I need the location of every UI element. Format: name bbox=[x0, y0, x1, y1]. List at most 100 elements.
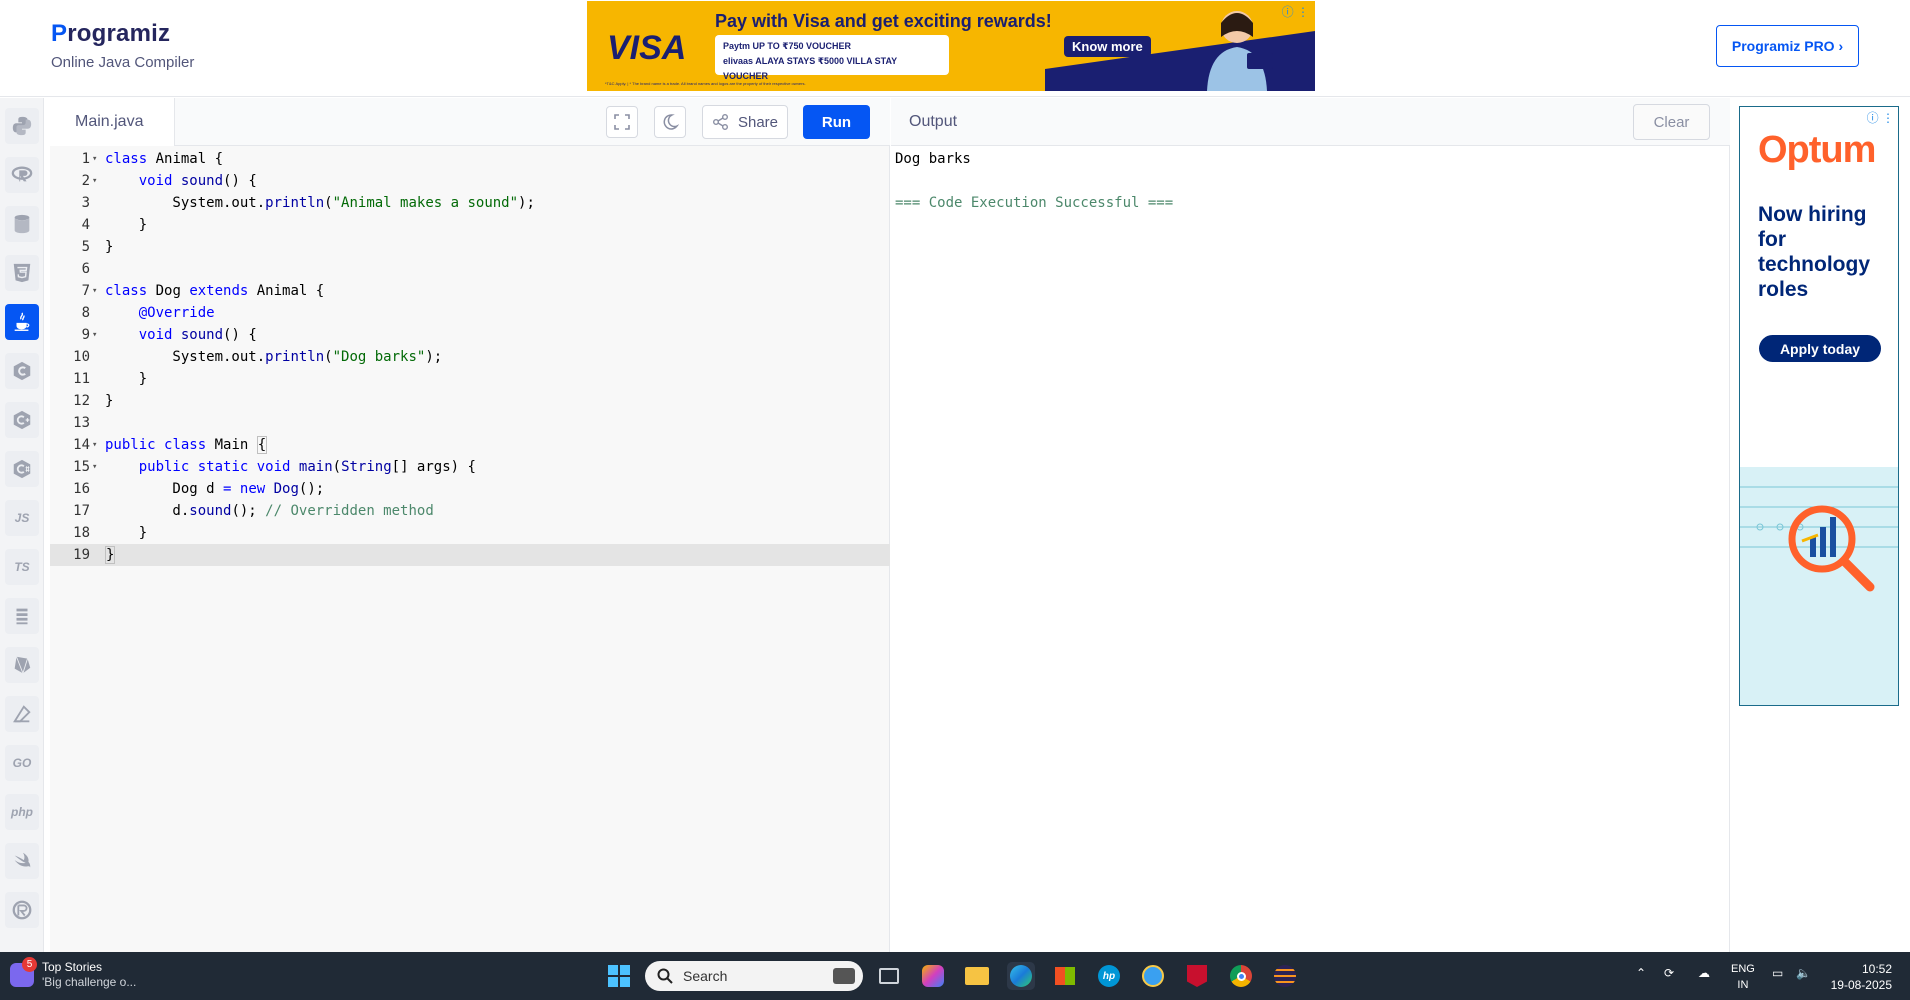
python-icon[interactable] bbox=[5, 108, 39, 144]
code-line[interactable]: 6 bbox=[50, 258, 890, 280]
html-icon[interactable] bbox=[5, 255, 39, 291]
code-line[interactable]: 7 ▾ class Dog extends Animal { bbox=[50, 280, 890, 302]
news-widget[interactable]: 5 Top Stories 'Big challenge o... bbox=[10, 956, 136, 989]
code-line[interactable]: 8 @Override bbox=[50, 302, 890, 324]
programiz-pro-button[interactable]: Programiz PRO › bbox=[1716, 25, 1859, 67]
php-icon[interactable]: php bbox=[5, 794, 39, 830]
store-icon[interactable] bbox=[1051, 962, 1079, 990]
programiz-logo[interactable]: Programiz Online Java Compiler bbox=[51, 20, 194, 71]
moon-icon bbox=[663, 114, 679, 130]
code-line[interactable]: 13 bbox=[50, 412, 890, 434]
share-icon bbox=[712, 114, 728, 130]
code-line[interactable]: 12} bbox=[50, 390, 890, 412]
volume-icon[interactable]: 🔈 bbox=[1796, 966, 1811, 980]
top-banner-ad[interactable]: VISA Pay with Visa and get exciting rewa… bbox=[587, 1, 1315, 91]
output-title: Output bbox=[909, 113, 958, 130]
code-line[interactable]: 3 System.out.println("Animal makes a sou… bbox=[50, 192, 890, 214]
code-line[interactable]: 16 Dog d = new Dog(); bbox=[50, 478, 890, 500]
ad-info-icon[interactable]: ⓘ ⋮ bbox=[1282, 3, 1309, 20]
code-text: public static void main(String[] args) { bbox=[138, 459, 476, 475]
line-number: 15 bbox=[73, 459, 90, 475]
swift-icon[interactable] bbox=[5, 843, 39, 879]
share-button[interactable]: Share bbox=[702, 105, 788, 139]
dark-mode-button[interactable] bbox=[654, 106, 686, 138]
tab-main-java[interactable]: Main.java bbox=[50, 98, 175, 146]
edge-icon[interactable] bbox=[1007, 962, 1035, 990]
fullscreen-button[interactable] bbox=[606, 106, 638, 138]
code-line[interactable]: 10 System.out.println("Dog barks"); bbox=[50, 346, 890, 368]
news-title: Top Stories bbox=[42, 960, 103, 974]
sql-icon[interactable] bbox=[5, 206, 39, 242]
optum-logo: Optum bbox=[1758, 129, 1876, 171]
rust-icon[interactable] bbox=[5, 892, 39, 928]
support-icon[interactable] bbox=[1139, 962, 1167, 990]
fold-arrow-icon[interactable]: ▾ bbox=[92, 148, 102, 170]
fold-arrow-icon[interactable]: ▾ bbox=[92, 324, 102, 346]
sync-icon[interactable]: ⟳ bbox=[1664, 966, 1674, 980]
apply-today-button[interactable]: Apply today bbox=[1759, 335, 1881, 362]
ad-know-more-button[interactable]: Know more bbox=[1064, 36, 1151, 57]
c-language-icon[interactable] bbox=[5, 353, 39, 389]
code-line[interactable]: 9 ▾ void sound() { bbox=[50, 324, 890, 346]
code-text: } bbox=[105, 525, 148, 541]
ad-headline: Pay with Visa and get exciting rewards! bbox=[715, 11, 1052, 31]
chrome-icon[interactable] bbox=[1227, 962, 1255, 990]
camera-icon bbox=[833, 968, 855, 984]
code-text: void sound() { bbox=[138, 173, 257, 189]
windows-start-icon[interactable] bbox=[605, 962, 633, 990]
file-explorer-icon[interactable] bbox=[963, 962, 991, 990]
copilot-icon[interactable] bbox=[919, 962, 947, 990]
code-editor[interactable]: 1 ▾ class Animal {2 ▾ void sound() {3 Syste… bbox=[50, 146, 890, 952]
csharp-icon[interactable] bbox=[5, 451, 39, 487]
code-line[interactable]: 18 } bbox=[50, 522, 890, 544]
code-line[interactable]: 17 d.sound(); // Overridden method bbox=[50, 500, 890, 522]
code-line[interactable]: 1 ▾ class Animal { bbox=[50, 148, 890, 170]
mcafee-icon[interactable] bbox=[1183, 962, 1211, 990]
code-line[interactable]: 5} bbox=[50, 236, 890, 258]
code-line[interactable]: 15 ▾ public static void main(String[] arg… bbox=[50, 456, 890, 478]
fold-arrow-icon[interactable]: ▾ bbox=[92, 434, 102, 456]
line-number: 12 bbox=[73, 393, 90, 409]
code-text: } bbox=[105, 371, 148, 387]
hp-icon[interactable]: hp bbox=[1095, 962, 1123, 990]
language-bottom: IN bbox=[1737, 979, 1749, 991]
cloud-offline-icon[interactable]: ☁ bbox=[1698, 966, 1710, 980]
fold-arrow-icon[interactable]: ▾ bbox=[92, 456, 102, 478]
line-number: 7 bbox=[81, 283, 90, 299]
fold-arrow-icon[interactable]: ▾ bbox=[92, 170, 102, 192]
go-icon[interactable]: GO bbox=[5, 745, 39, 781]
line-number: 18 bbox=[73, 525, 90, 541]
code-line[interactable]: 4 } bbox=[50, 214, 890, 236]
chevron-up-icon[interactable]: ⌃ bbox=[1636, 966, 1646, 980]
task-view-icon[interactable] bbox=[875, 962, 903, 990]
line-number: 4 bbox=[81, 217, 90, 233]
typescript-icon[interactable]: TS bbox=[5, 549, 39, 585]
code-line[interactable]: 14 ▾ public class Main { bbox=[50, 434, 890, 456]
javascript-icon[interactable]: JS bbox=[5, 500, 39, 536]
clock[interactable]: 10:52 19-08-2025 bbox=[1830, 961, 1892, 993]
line-number: 19 bbox=[73, 547, 90, 563]
dsa-icon[interactable] bbox=[5, 696, 39, 732]
line-number: 2 bbox=[81, 173, 90, 189]
java-icon[interactable] bbox=[5, 304, 39, 340]
fold-arrow-icon[interactable]: ▾ bbox=[92, 280, 102, 302]
run-button[interactable]: Run bbox=[803, 105, 870, 139]
clear-button[interactable]: Clear bbox=[1633, 104, 1710, 140]
code-line[interactable]: 2 ▾ void sound() { bbox=[50, 170, 890, 192]
side-banner-ad[interactable]: ⓘ ⋮ Optum Now hiring for technology role… bbox=[1739, 106, 1899, 706]
cpp-icon[interactable] bbox=[5, 402, 39, 438]
eclipse-icon[interactable] bbox=[1271, 962, 1299, 990]
code-text: } bbox=[105, 546, 116, 564]
code-line[interactable]: 11 } bbox=[50, 368, 890, 390]
ad-info-icon[interactable]: ⓘ ⋮ bbox=[1867, 109, 1894, 126]
language-indicator[interactable]: ENG IN bbox=[1731, 961, 1755, 993]
ad-voucher-line-1: Paytm UP TO ₹750 VOUCHER bbox=[723, 41, 851, 51]
taskbar-search[interactable]: Search bbox=[645, 961, 863, 991]
r-language-icon[interactable] bbox=[5, 157, 39, 193]
network-icon[interactable]: ▭ bbox=[1772, 966, 1783, 980]
line-number: 17 bbox=[73, 503, 90, 519]
ruby-icon[interactable] bbox=[5, 647, 39, 683]
kotlin-icon[interactable] bbox=[5, 598, 39, 634]
code-line[interactable]: 19} bbox=[50, 544, 890, 566]
code-text: public class Main { bbox=[105, 436, 268, 454]
